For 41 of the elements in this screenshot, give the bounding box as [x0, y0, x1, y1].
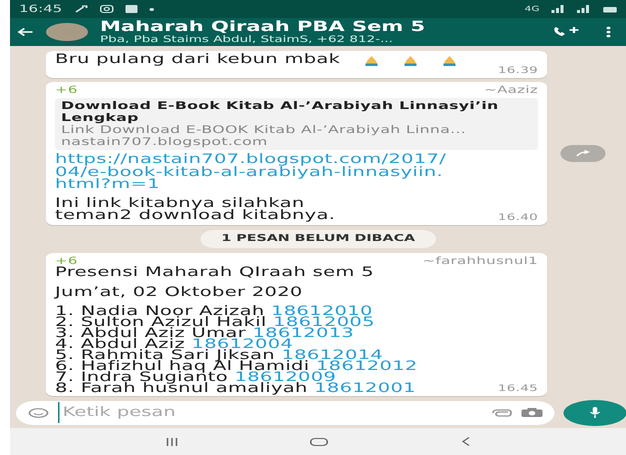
microphone-button[interactable] [564, 400, 626, 426]
message-time: 16.40 [498, 212, 538, 223]
message-time: 16.39 [498, 66, 538, 76]
sender-phone[interactable]: +6 [55, 85, 78, 96]
smiley-icon[interactable] [28, 408, 49, 418]
recent-apps-icon[interactable] [166, 438, 178, 446]
sender-name: ~farahhusnul1 [422, 256, 538, 267]
paperclip-icon[interactable] [492, 408, 512, 416]
menu-icon[interactable] [606, 26, 612, 38]
microphone-icon [589, 407, 601, 418]
preview-description: Link Download E-BOOK Kitab Al-’Arabiyah Linna... [61, 124, 468, 136]
message-text: Ini link kitabnya silahkan teman2 download kitabnya. [55, 198, 336, 223]
sender-phone[interactable]: +6 [55, 256, 78, 267]
message-title: Presensi Maharah QIraah sem 5 [55, 267, 375, 280]
preview-domain: nastain707.blogspot.com [61, 136, 269, 148]
home-icon[interactable] [310, 438, 329, 446]
dot-icon [149, 8, 154, 10]
input-bar[interactable]: Ketik pesan [16, 400, 554, 424]
square-icon [125, 5, 138, 13]
clock-time: 16:45 [19, 2, 62, 16]
student-number[interactable]: 18612001 [314, 381, 416, 396]
back-icon[interactable] [461, 437, 470, 446]
group-name[interactable]: Maharah Qiraah PBA Sem 5 [100, 20, 426, 34]
group-avatar[interactable] [46, 23, 88, 41]
forward-arrow-icon [576, 150, 590, 157]
message-date: Jum’at, 02 Oktober 2020 [55, 286, 304, 299]
unread-divider: 1 PESAN BELUM DIBACA [200, 230, 436, 248]
signal-icon [577, 5, 590, 13]
url-link[interactable]: https://nastain707.blogspot.com/2017/04/e-book-kitab-al-arabiyah-linnasyiin.html?m=1 [55, 154, 454, 192]
signal-icon [552, 5, 565, 13]
back-arrow-icon[interactable] [16, 27, 34, 37]
group-members: Pba, Pba Staims Abdul, StaimS, +62 812-... [100, 34, 394, 44]
message-text: Bru pulang dari kebun mbak [55, 54, 340, 66]
camera-icon[interactable] [522, 408, 542, 417]
add-call-icon[interactable] [552, 26, 578, 38]
sender-name: ~Aaziz [484, 85, 538, 96]
camera-icon [100, 5, 114, 13]
link-preview[interactable]: Download E-Book Kitab Al-’Arabiyah Linnasyi’in Lengkap Link Download E-BOOK Kitab Al-’Arabiyah Linna... nastain707.blogspot.com [55, 98, 538, 150]
battery-icon [602, 6, 618, 12]
preview-title: Download E-Book Kitab Al-’Arabiyah Linnasyi’in Lengkap [61, 100, 500, 124]
message-time: 16.45 [498, 384, 538, 394]
